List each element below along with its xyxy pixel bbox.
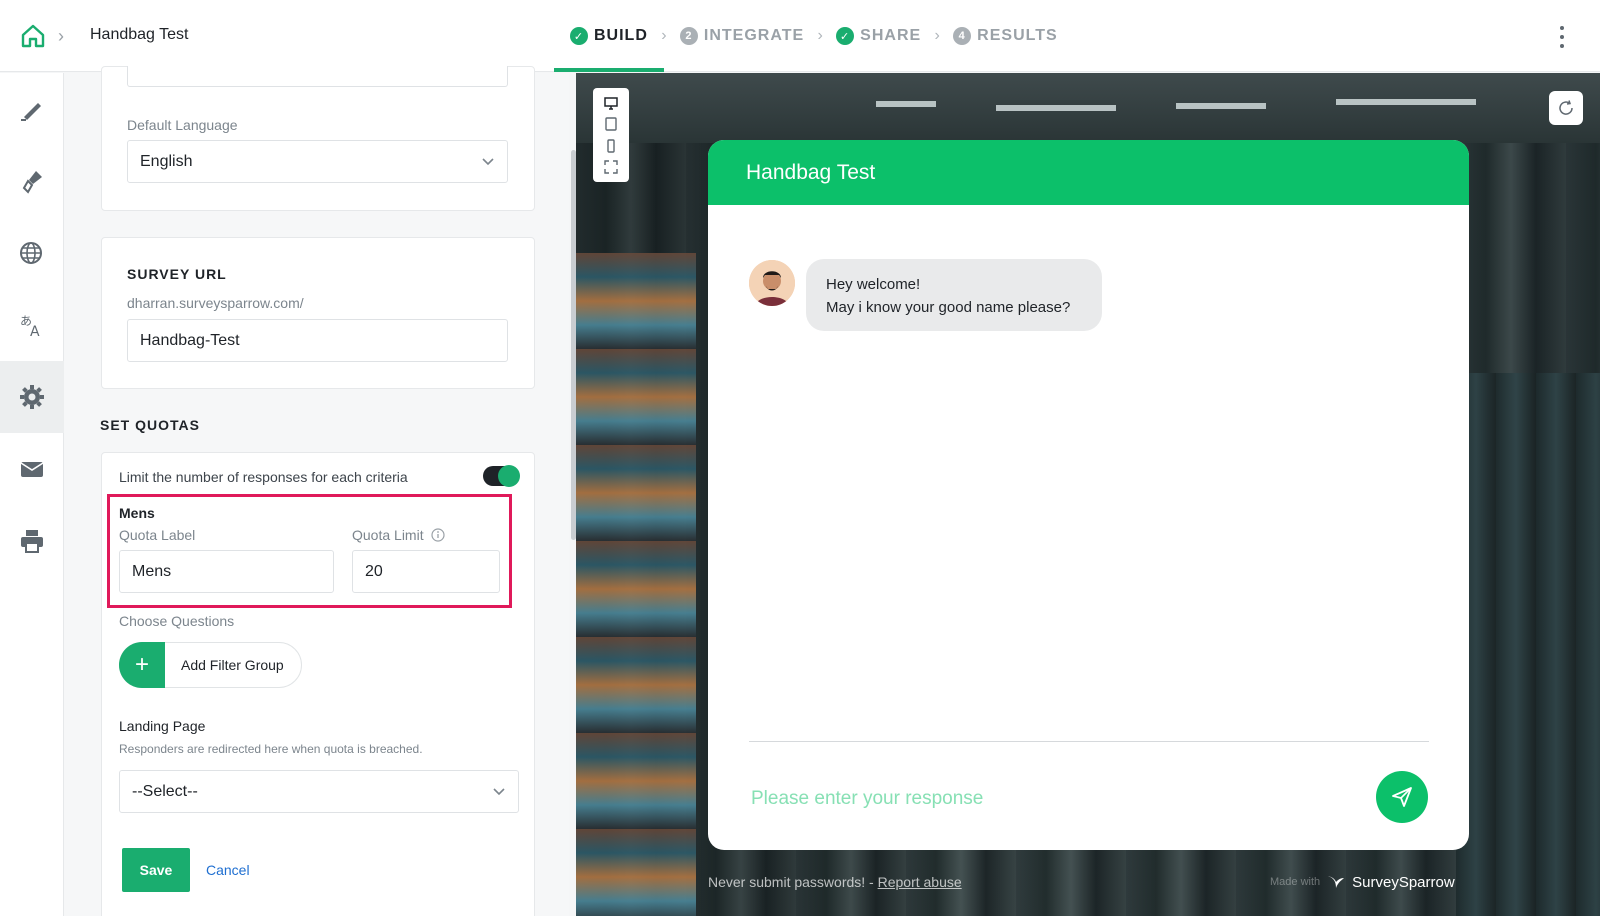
choose-questions-label: Choose Questions: [119, 613, 235, 629]
chevron-down-icon: [493, 788, 505, 796]
made-with-label: Made with: [1270, 876, 1321, 888]
more-options-icon[interactable]: [1558, 26, 1566, 48]
refresh-icon[interactable]: [1549, 91, 1583, 125]
step-number: 4: [953, 27, 972, 45]
default-language-label: Default Language: [127, 117, 238, 133]
step-integrate[interactable]: 2 INTEGRATE: [679, 0, 805, 72]
check-icon: ✓: [570, 27, 588, 45]
survey-url-prefix: dharran.surveysparrow.com/: [127, 295, 304, 311]
bot-message-bubble: Hey welcome! May i know your good name p…: [806, 259, 1102, 331]
landing-page-value: --Select--: [132, 782, 198, 800]
quota-label-input[interactable]: Mens: [119, 550, 334, 593]
landing-page-select[interactable]: --Select--: [119, 770, 519, 813]
translate-icon[interactable]: あA: [0, 289, 64, 361]
fullscreen-icon[interactable]: [604, 160, 618, 174]
chevron-right-icon: ›: [661, 27, 667, 44]
background-light: [996, 105, 1116, 111]
survey-url-card: [101, 237, 535, 389]
default-language-select[interactable]: English: [127, 140, 508, 183]
quota-label-label: Quota Label: [119, 527, 196, 543]
check-icon: ✓: [836, 27, 855, 45]
step-label: RESULTS: [977, 27, 1058, 44]
step-label: INTEGRATE: [703, 27, 805, 44]
survey-url-title: SURVEY URL: [127, 266, 227, 282]
plus-icon: +: [119, 642, 165, 688]
svg-text:A: A: [30, 324, 40, 339]
response-input[interactable]: Please enter your response: [751, 788, 983, 810]
quota-name: Mens: [119, 505, 155, 521]
landing-page-label: Landing Page: [119, 718, 206, 734]
background-light: [1176, 103, 1266, 109]
mobile-icon[interactable]: [604, 139, 618, 153]
landing-page-help: Responders are redirected here when quot…: [119, 742, 423, 756]
quota-limit-label: Quota Limit: [352, 527, 424, 543]
step-build[interactable]: ✓ BUILD: [554, 0, 664, 72]
add-filter-group-button[interactable]: + Add Filter Group: [119, 642, 302, 688]
desktop-icon[interactable]: [604, 96, 618, 110]
step-share[interactable]: ✓ SHARE: [836, 0, 921, 72]
previous-field[interactable]: [127, 66, 508, 87]
chat-window: Handbag Test Hey welcome! May i know you…: [708, 140, 1469, 850]
background-light: [1336, 99, 1476, 105]
chat-header-title: Handbag Test: [708, 140, 1469, 205]
left-rail: あA: [0, 73, 64, 916]
step-number: 2: [679, 27, 698, 45]
chevron-right-icon: ›: [58, 26, 64, 46]
gear-icon[interactable]: [0, 361, 64, 433]
chevron-down-icon: [482, 158, 494, 166]
bot-avatar: [749, 260, 795, 306]
send-icon: [1392, 787, 1412, 807]
bot-message-line1: Hey welcome!: [826, 276, 921, 293]
surveysparrow-brand[interactable]: Made with SurveySparrow: [1270, 872, 1455, 892]
step-results[interactable]: 4 RESULTS: [953, 0, 1057, 72]
print-icon[interactable]: [0, 505, 64, 577]
sparrow-logo-icon: [1328, 876, 1345, 888]
background-clothes-rack: [576, 253, 696, 916]
survey-title[interactable]: Handbag Test: [90, 26, 188, 44]
footer-note: Never submit passwords! - Report abuse: [708, 874, 962, 890]
tablet-icon[interactable]: [604, 117, 618, 131]
build-steps: ✓ BUILD › 2 INTEGRATE › ✓ SHARE › 4 RESU…: [554, 0, 1058, 72]
limit-responses-label: Limit the number of responses for each c…: [119, 469, 408, 485]
background-clothes-rack: [1456, 373, 1600, 916]
add-filter-group-label: Add Filter Group: [181, 657, 284, 673]
save-button[interactable]: Save: [122, 848, 190, 892]
brand-name: SurveySparrow: [1352, 873, 1455, 891]
set-quotas-title: SET QUOTAS: [100, 417, 200, 433]
report-abuse-link[interactable]: Report abuse: [878, 874, 962, 890]
chat-divider: [749, 741, 1429, 742]
mail-icon[interactable]: [0, 433, 64, 505]
language-card: [101, 66, 535, 211]
bot-message-line2: May i know your good name please?: [826, 299, 1071, 316]
step-label: SHARE: [860, 27, 922, 44]
quota-limit-input[interactable]: 20: [352, 550, 500, 593]
survey-url-input[interactable]: Handbag-Test: [127, 319, 508, 362]
footer-warning: Never submit passwords! -: [708, 874, 878, 890]
info-icon[interactable]: [431, 528, 445, 542]
step-label: BUILD: [594, 27, 648, 44]
home-icon[interactable]: [20, 23, 46, 49]
limit-responses-toggle[interactable]: [483, 465, 520, 487]
device-toggle-bar: [593, 88, 629, 182]
top-bar: › Handbag Test ✓ BUILD › 2 INTEGRATE › ✓…: [0, 0, 1600, 72]
theme-brush-icon[interactable]: [0, 145, 64, 217]
design-icon[interactable]: [0, 73, 64, 145]
chevron-right-icon: ›: [817, 27, 823, 44]
default-language-value: English: [140, 152, 193, 170]
chevron-right-icon: ›: [934, 27, 940, 44]
send-button[interactable]: [1376, 771, 1428, 823]
cancel-link[interactable]: Cancel: [206, 862, 250, 878]
background-light: [876, 101, 936, 107]
globe-icon[interactable]: [0, 217, 64, 289]
